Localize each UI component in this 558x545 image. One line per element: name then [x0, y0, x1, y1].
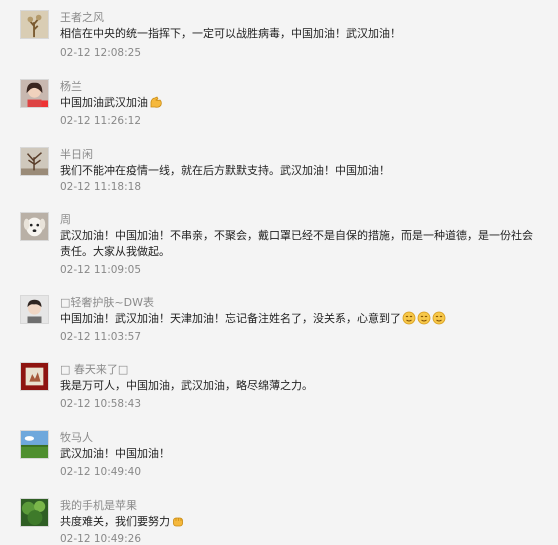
green-forest-avatar[interactable]	[20, 498, 49, 527]
commenter-name[interactable]: 牧马人	[60, 429, 93, 445]
commenter-name[interactable]: 王者之风	[60, 9, 104, 25]
comment-text-content: 中国加油！武汉加油！天津加油！忘记备注姓名了，没关系，心意到了	[60, 312, 401, 325]
comment-text: 我是万可人，中国加油，武汉加油，略尽绵薄之力。	[60, 379, 313, 392]
comment-item: 周 武汉加油！中国加油！不串亲，不聚会，戴口罩已经不是自保的措施，而是一种道德，…	[0, 202, 556, 286]
smile-face-emoji	[402, 311, 416, 330]
comment-item: □轻奢护肤~DW表 中国加油！武汉加油！天津加油！忘记备注姓名了，没关系，心意到…	[0, 285, 556, 353]
commenter-name[interactable]: 半日闲	[60, 146, 93, 162]
landscape-tree-avatar[interactable]	[20, 10, 49, 39]
commenter-name[interactable]: □轻奢护肤~DW表	[60, 294, 154, 310]
comment-time: 02-12 11:03:57	[60, 331, 142, 343]
comment-text: 我们不能冲在疫情一线，就在后方默默支持。武汉加油！中国加油！	[60, 164, 390, 177]
comment-time: 02-12 11:18:18	[60, 181, 142, 193]
comment-item: 我的手机是苹果 共度难关，我们要努力 02-12 10:49:26	[0, 488, 556, 545]
comment-item: 牧马人 武汉加油！中国加油！ 02-12 10:49:40	[0, 420, 556, 489]
framed-red-picture-avatar[interactable]	[20, 362, 49, 391]
comment-text: 中国加油！武汉加油！天津加油！忘记备注姓名了，没关系，心意到了	[60, 311, 542, 330]
grassland-sky-avatar[interactable]	[20, 430, 49, 459]
commenter-name[interactable]: 我的手机是苹果	[60, 497, 137, 513]
comment-text: 中国加油武汉加油	[60, 95, 542, 114]
boy-portrait-avatar[interactable]	[20, 295, 49, 324]
fist-emoji	[171, 514, 185, 533]
comment-time: 02-12 10:49:26	[60, 533, 142, 545]
comment-item: □ 春天来了□ 我是万可人，中国加油，武汉加油，略尽绵薄之力。 02-12 10…	[0, 352, 556, 421]
comment-text: 武汉加油！中国加油！	[60, 447, 170, 460]
comment-text: 武汉加油！中国加油！不串亲，不聚会，戴口罩已经不是自保的措施，而是一种道德，是一…	[60, 229, 533, 258]
comment-time: 02-12 10:58:43	[60, 398, 142, 410]
commenter-name[interactable]: □ 春天来了□	[60, 361, 128, 377]
smile-face-emoji	[417, 311, 431, 330]
comment-time: 02-12 11:09:05	[60, 264, 142, 276]
flexed-biceps-emoji	[149, 95, 163, 114]
comment-item: 杨兰 中国加油武汉加油 02-12 11:26:12	[0, 69, 556, 138]
commenter-name[interactable]: 杨兰	[60, 78, 82, 94]
comment-time: 02-12 10:49:40	[60, 466, 142, 478]
comment-text: 共度难关，我们要努力	[60, 514, 542, 533]
comment-item: 半日闲 我们不能冲在疫情一线，就在后方默默支持。武汉加油！中国加油！ 02-12…	[0, 137, 556, 203]
comment-time: 02-12 12:08:25	[60, 47, 142, 59]
girl-portrait-avatar[interactable]	[20, 79, 49, 108]
comment-text-content: 共度难关，我们要努力	[60, 515, 170, 528]
bare-tree-avatar[interactable]	[20, 147, 49, 176]
commenter-name[interactable]: 周	[60, 211, 71, 227]
white-dog-avatar[interactable]	[20, 212, 49, 241]
comment-text-content: 中国加油武汉加油	[60, 96, 148, 109]
comment-time: 02-12 11:26:12	[60, 115, 142, 127]
comment-item: 王者之风 相信在中央的统一指挥下，一定可以战胜病毒，中国加油！武汉加油！ 02-…	[0, 0, 556, 70]
smile-face-emoji	[432, 311, 446, 330]
comment-list: 王者之风 相信在中央的统一指挥下，一定可以战胜病毒，中国加油！武汉加油！ 02-…	[0, 0, 558, 545]
comment-text: 相信在中央的统一指挥下，一定可以战胜病毒，中国加油！武汉加油！	[60, 27, 401, 40]
